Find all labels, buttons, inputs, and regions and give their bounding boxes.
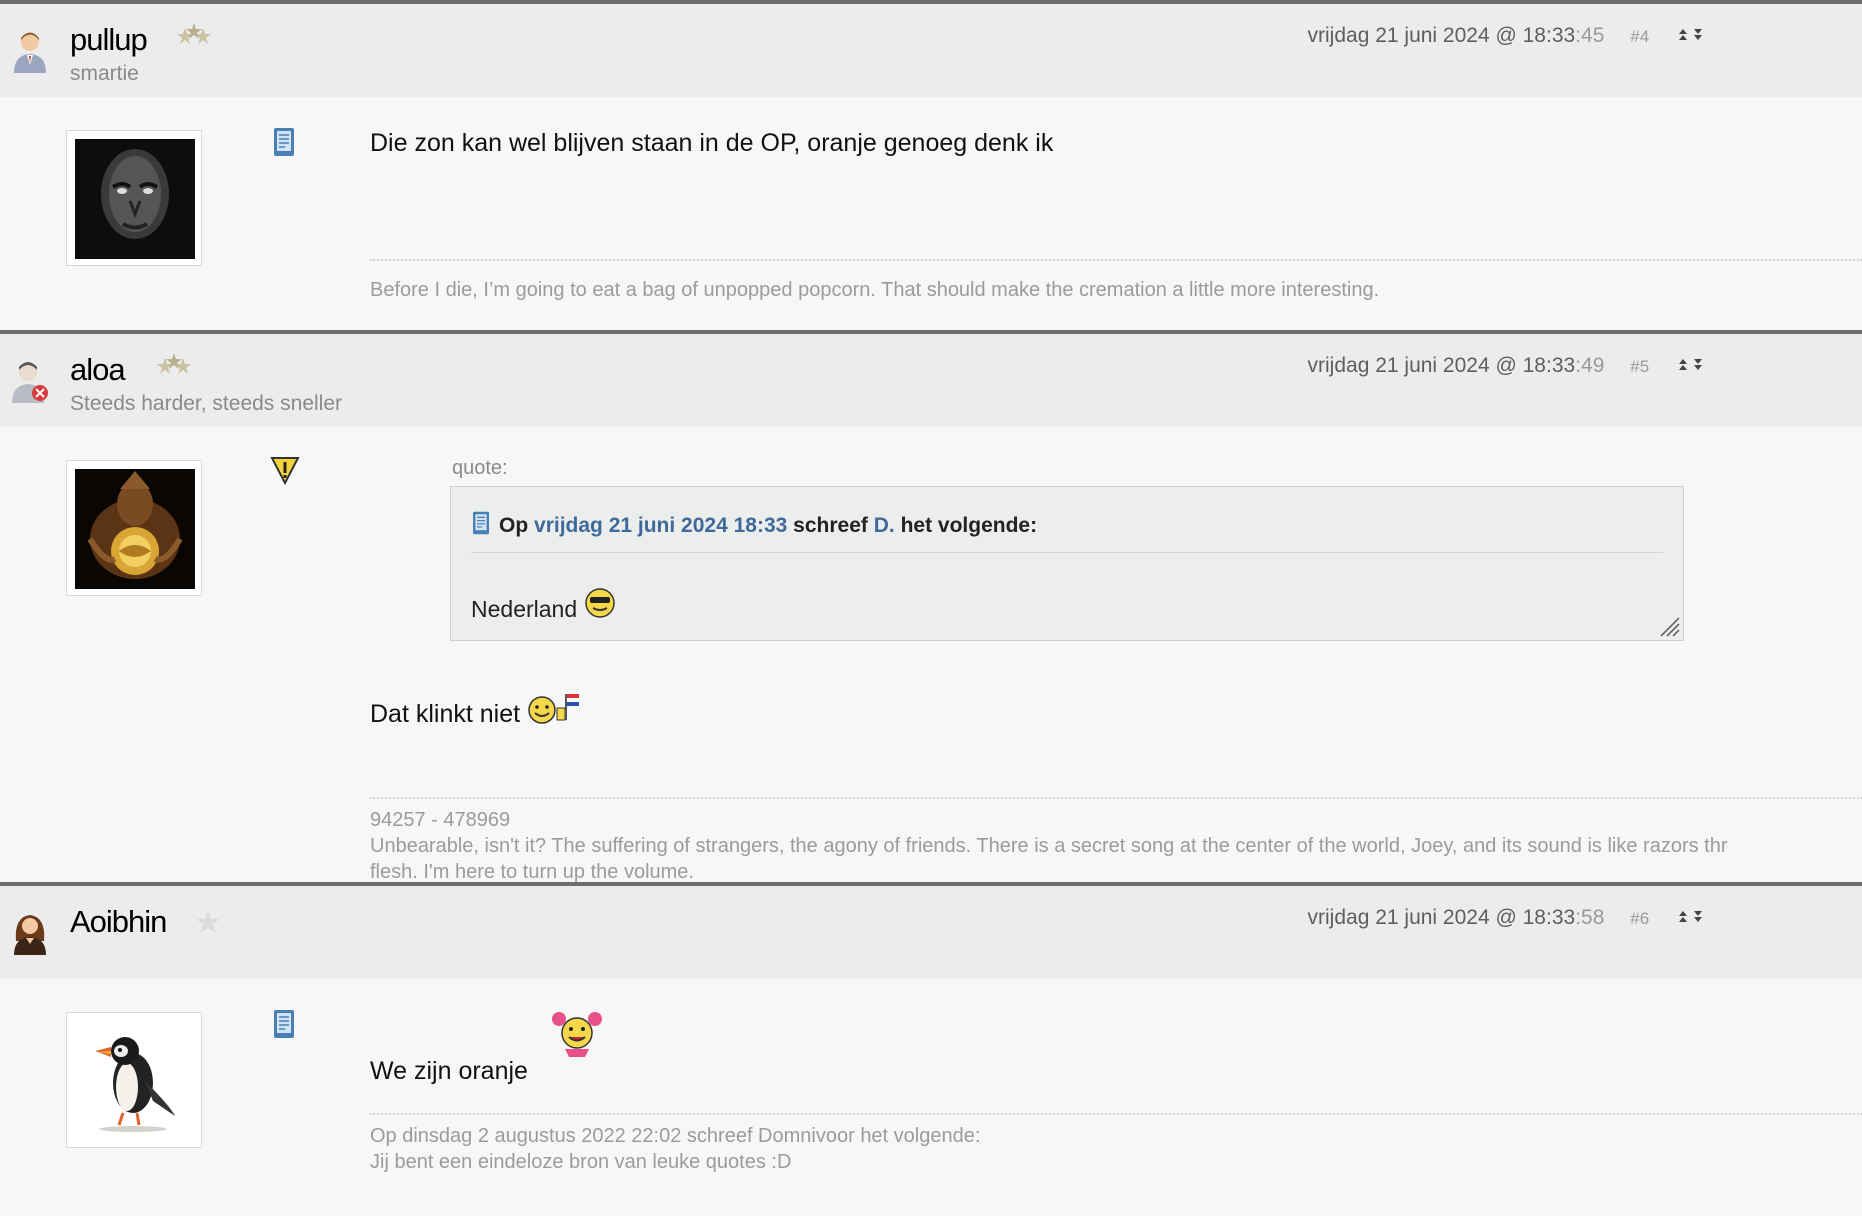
quote-header: Op vrijdag 21 juni 2024 18:33 schreef D.…: [471, 511, 1037, 538]
post-number-link[interactable]: #4: [1630, 27, 1649, 46]
post-number-link[interactable]: #5: [1630, 357, 1649, 376]
username-link[interactable]: pullup: [70, 22, 148, 58]
post-header: pullup smartie vrijdag 21 juni 2024 @ 18…: [0, 4, 1862, 97]
navigate-arrows-icon[interactable]: [1677, 906, 1705, 930]
post-meta: vrijdag 21 juni 2024 @ 18:33:58 #6: [1308, 906, 1705, 930]
user-male-icon: [14, 32, 46, 73]
user-blocked-icon: [12, 362, 48, 403]
post-5: aloa Steeds harder, steeds sneller vrijd…: [0, 330, 1862, 885]
post-header: Aoibhin vrijdag 21 juni 2024 @ 18:33:58 …: [0, 886, 1862, 979]
user-title: smartie: [70, 62, 139, 85]
quote-wrote: schreef: [793, 514, 868, 537]
navigate-arrows-icon[interactable]: [1677, 354, 1705, 378]
quote-text: Nederland: [471, 587, 616, 623]
rank-stars-icon: [177, 23, 211, 44]
post-message: We zijn oranje: [370, 1009, 603, 1086]
post-date-link[interactable]: vrijdag 21 juni 2024 @ 18:33: [1308, 354, 1576, 377]
mobile-device-icon: [274, 1010, 294, 1038]
post-message-text: Dat klinkt niet: [370, 700, 521, 728]
rank-star-icon: [196, 911, 220, 933]
signature-line: Before I die, I’m going to eat a bag of …: [370, 279, 1380, 301]
post-seconds: :45: [1575, 24, 1605, 47]
avatar-image: [75, 139, 195, 259]
signature: 94257 - 478969 Unbearable, isn't it? The…: [370, 807, 1728, 885]
rank-stars-icon: [157, 353, 191, 374]
post-date-link[interactable]: vrijdag 21 juni 2024 @ 18:33: [1308, 24, 1576, 47]
quote-label: quote:: [452, 457, 508, 479]
cool-smiley-icon: [584, 588, 615, 618]
flag-waving-smiley-icon: [528, 694, 580, 724]
quote-separator: [471, 552, 1663, 553]
avatar-image: [75, 1021, 195, 1141]
post-message-text: We zijn oranje: [370, 1057, 528, 1085]
signature-line: 94257 - 478969: [370, 809, 511, 831]
cheerleader-smiley-icon: [551, 1012, 602, 1057]
quote-suffix: het volgende:: [900, 514, 1038, 537]
post-header: aloa Steeds harder, steeds sneller vrijd…: [0, 334, 1862, 427]
post-meta: vrijdag 21 juni 2024 @ 18:33:49 #5: [1308, 354, 1705, 378]
mobile-device-icon: [274, 128, 294, 156]
signature-separator: [370, 797, 1862, 799]
avatar-image: [75, 469, 195, 589]
signature-separator: [370, 259, 1862, 261]
signature-separator: [370, 1113, 1862, 1115]
quote-box: Op vrijdag 21 juni 2024 18:33 schreef D.…: [450, 486, 1684, 641]
warning-triangle-icon: [270, 457, 300, 485]
quote-date-link[interactable]: vrijdag 21 juni 2024 18:33: [534, 514, 787, 537]
navigate-arrows-icon[interactable]: [1677, 24, 1705, 48]
signature-line: Op dinsdag 2 augustus 2022 22:02 schreef…: [370, 1125, 981, 1147]
quote-text-value: Nederland: [471, 596, 578, 622]
post-seconds: :58: [1575, 906, 1605, 929]
avatar[interactable]: [66, 1012, 202, 1148]
signature: Op dinsdag 2 augustus 2022 22:02 schreef…: [370, 1123, 980, 1175]
post-message: Die zon kan wel blijven staan in de OP, …: [370, 129, 1054, 157]
avatar[interactable]: [66, 460, 202, 596]
post-date-link[interactable]: vrijdag 21 juni 2024 @ 18:33: [1308, 906, 1576, 929]
quote-author-link[interactable]: D.: [874, 514, 895, 537]
post-number-link[interactable]: #6: [1630, 909, 1649, 928]
signature-line: Jij bent een eindeloze bron van leuke qu…: [370, 1151, 792, 1173]
resize-grip-icon[interactable]: [1657, 614, 1681, 638]
post-4: pullup smartie vrijdag 21 juni 2024 @ 18…: [0, 0, 1862, 330]
post-seconds: :49: [1575, 354, 1605, 377]
mobile-device-icon: [473, 511, 489, 535]
post-meta: vrijdag 21 juni 2024 @ 18:33:45 #4: [1308, 24, 1705, 48]
user-female-icon: [14, 915, 46, 955]
username-link[interactable]: Aoibhin: [70, 904, 167, 940]
quote-prefix: Op: [499, 514, 529, 537]
username-link[interactable]: aloa: [70, 352, 126, 388]
post-6: Aoibhin vrijdag 21 juni 2024 @ 18:33:58 …: [0, 882, 1862, 1216]
avatar[interactable]: [66, 130, 202, 266]
post-message: Dat klinkt niet: [370, 692, 587, 729]
user-title: Steeds harder, steeds sneller: [70, 392, 342, 415]
signature-line: Unbearable, isn't it? The suffering of s…: [370, 835, 1728, 857]
